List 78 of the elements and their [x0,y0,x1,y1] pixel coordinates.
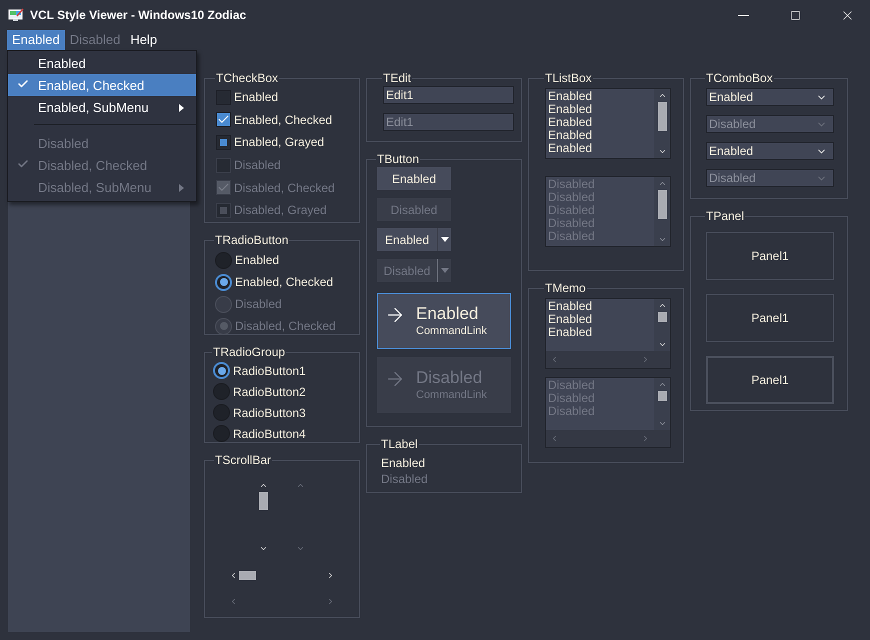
command-link[interactable]: Enabled CommandLink [377,293,511,349]
radio-label: RadioButton4 [233,426,306,440]
label-text: Enabled [381,456,426,470]
caret-icon [440,237,448,242]
menu-item[interactable]: Help [125,30,162,50]
combo-box[interactable]: Enabled [706,88,834,106]
scroll-bar[interactable] [229,570,335,580]
split-button[interactable]: Enabled [377,228,451,251]
window-title: VCL Style Viewer - Windows10 Zodiac [30,8,248,22]
memo-field[interactable]: Enabled Enabled Enabled [545,298,671,369]
group-title: TCheckBox [215,71,280,85]
group-title: TButton [376,152,420,166]
menu-item[interactable]: Enabled, Checked [8,74,196,96]
app-icon [8,8,24,22]
radio-button[interactable] [213,362,230,379]
check-icon [17,158,29,170]
maximize-icon [790,10,800,20]
submenu-arrow-icon [178,104,184,112]
group-title: TMemo [544,281,587,295]
checkbox-label: Enabled, Grayed [234,135,324,150]
checkbox[interactable] [216,134,231,150]
radio-label: RadioButton2 [233,384,306,398]
list-item[interactable]: Enabled [548,90,652,103]
radio-label: Disabled, Checked [235,319,336,333]
radio-button[interactable] [215,252,232,268]
checkbox-label: Enabled, Checked [234,112,332,127]
caret-icon [440,268,448,273]
menu-item[interactable]: Enabled [7,30,65,50]
scroll-thumb[interactable] [259,492,268,510]
scroll-thumb[interactable] [658,312,666,322]
panel-caption: Panel1 [751,249,789,263]
scroll-bar[interactable] [654,89,670,158]
list-item[interactable]: Enabled [548,103,652,116]
radio-button[interactable] [213,383,230,400]
radio-button[interactable] [213,404,230,421]
radio-label: Disabled [235,297,282,311]
memo-line: Enabled [548,300,594,313]
checkbox-label: Disabled, Checked [234,180,335,195]
group-title: TScrollBar [214,453,272,467]
submenu-arrow-icon [178,184,184,192]
scroll-bar[interactable] [654,299,670,351]
checkbox-label: Disabled [234,158,281,172]
group-title: TEdit [382,71,412,85]
list-item[interactable]: Enabled [548,142,652,155]
checkbox-label: Enabled [234,90,278,104]
minimize-icon [738,14,748,16]
push-button[interactable]: Enabled [377,167,451,190]
group-title: TLabel [380,437,419,451]
text-field[interactable]: Edit1 [383,86,514,104]
panel-caption: Panel1 [751,373,789,387]
memo-line: Enabled [548,313,594,326]
group-title: TRadioGroup [212,345,286,359]
radio-button[interactable] [213,425,230,442]
checkbox[interactable] [216,112,231,128]
radio-label: RadioButton3 [233,406,306,420]
radio-label: Enabled, Checked [235,275,334,289]
scroll-bar[interactable] [546,351,670,368]
menu-item[interactable]: Enabled, SubMenu [8,96,196,118]
group-title: TPanel [705,209,746,223]
checkbox-label: Disabled, Grayed [234,203,327,218]
memo-line: Enabled [548,326,594,339]
group-title: TListBox [544,71,593,85]
scroll-bar[interactable] [259,481,268,553]
check-icon [17,78,29,90]
label-text: Disabled [381,472,428,486]
group-title: TComboBox [705,71,774,85]
list-item[interactable]: Enabled [548,129,652,142]
radio-label: RadioButton1 [233,364,306,378]
panel-caption: Panel1 [751,311,789,325]
combo-box[interactable]: Enabled [706,142,834,160]
scroll-thumb[interactable] [658,102,666,131]
scroll-thumb[interactable] [239,570,256,580]
radio-label: Enabled [235,253,280,267]
group-title: TRadioButton [214,233,290,247]
radio-button[interactable] [215,274,232,290]
list-item[interactable]: Enabled [548,116,652,129]
menu-item[interactable]: Enabled [8,52,196,74]
list-box[interactable]: Enabled Enabled Enabled Enabled Enabled [545,88,671,159]
